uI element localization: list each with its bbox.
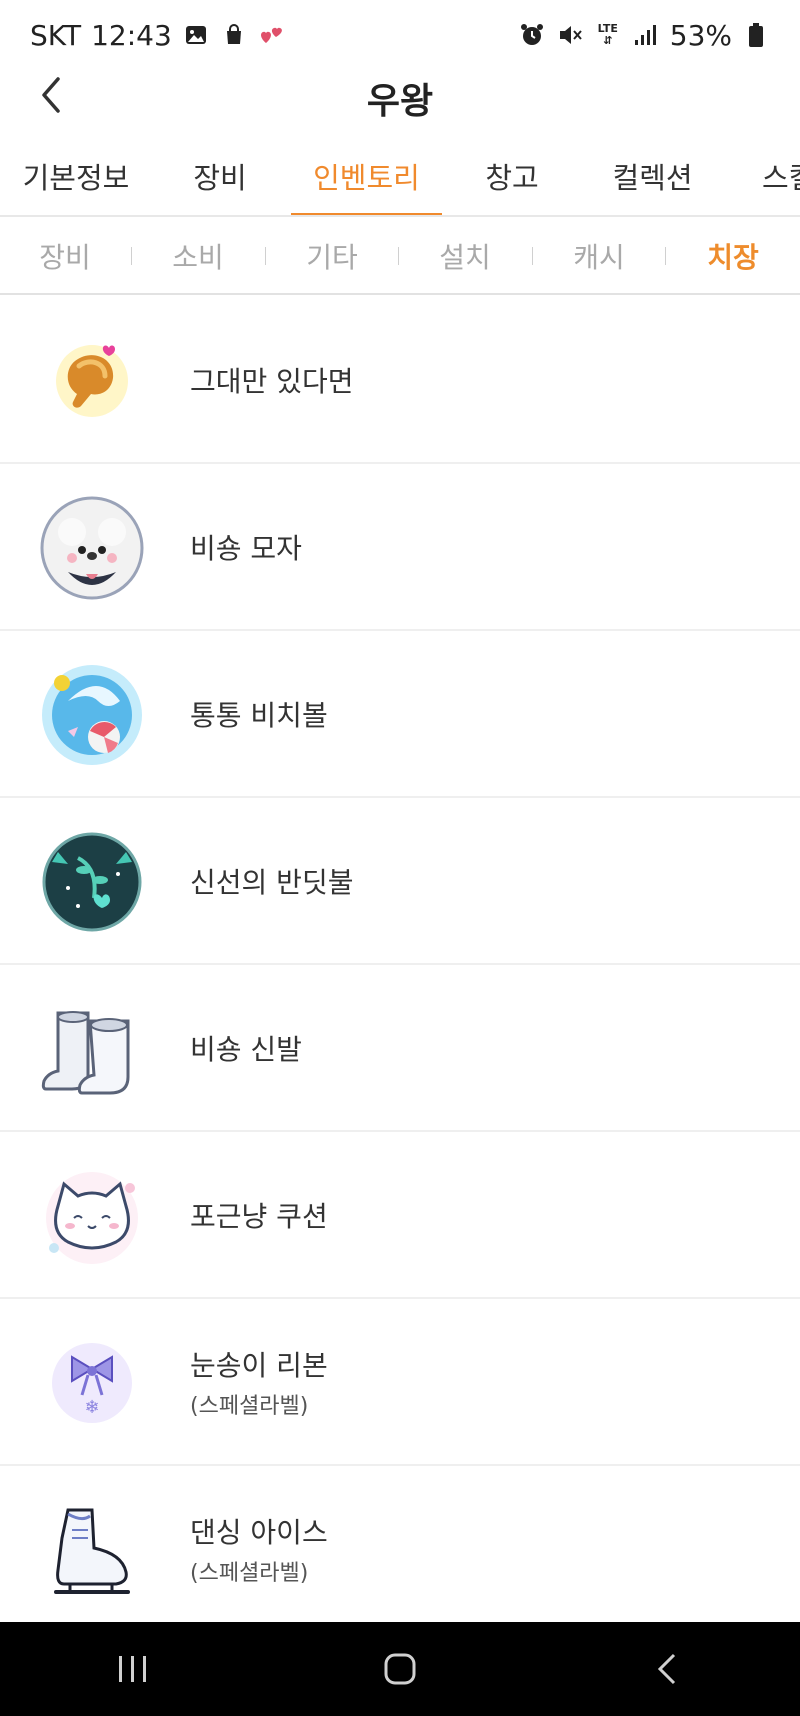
list-item[interactable]: 신선의 반딧불 xyxy=(0,798,800,965)
system-nav-bar xyxy=(0,1622,800,1716)
clock: 12:43 xyxy=(91,18,172,52)
ice-skate-icon xyxy=(36,1494,148,1606)
home-icon xyxy=(384,1653,416,1685)
item-text: 눈송이 리본 (스페셜라벨) xyxy=(190,1344,328,1420)
item-text: 통통 비치볼 xyxy=(190,694,328,734)
tab-storage[interactable]: 창고 xyxy=(452,135,572,215)
battery-percent: 53% xyxy=(669,18,732,52)
back-icon xyxy=(657,1653,675,1685)
item-name: 통통 비치볼 xyxy=(190,698,328,732)
firefly-orb-icon xyxy=(36,826,148,938)
svg-text:❄: ❄ xyxy=(84,1397,99,1418)
item-text: 그대만 있다면 xyxy=(190,360,353,400)
subtab-divider xyxy=(665,247,666,265)
subtab-equipment[interactable]: 장비 xyxy=(10,219,120,293)
item-name: 댄싱 아이스 xyxy=(190,1515,328,1549)
list-item[interactable]: ❄ 눈송이 리본 (스페셜라벨) xyxy=(0,1299,800,1466)
item-list: 그대만 있다면 비숑 모자 통통 비치볼 신선의 반딧불 비숑 신발 포근냥 쿠… xyxy=(0,297,800,1633)
tab-collection[interactable]: 컬렉션 xyxy=(585,135,720,215)
subtab-cash[interactable]: 캐시 xyxy=(544,219,654,293)
drumstick-icon xyxy=(36,325,148,437)
subtab-setup[interactable]: 설치 xyxy=(410,219,520,293)
list-item[interactable]: 포근냥 쿠션 xyxy=(0,1132,800,1299)
list-item[interactable]: 통통 비치볼 xyxy=(0,631,800,798)
tab-skill[interactable]: 스킬 xyxy=(762,135,800,215)
status-bar-right: LTE ⇵ 53% xyxy=(518,19,770,52)
snowflake-ribbon-icon: ❄ xyxy=(36,1327,148,1439)
app-header: 우왕 xyxy=(0,60,800,130)
list-item[interactable]: 비숑 모자 xyxy=(0,464,800,631)
item-text: 비숑 모자 xyxy=(190,527,302,567)
tab-equipment[interactable]: 장비 xyxy=(160,135,280,215)
item-name: 비숑 신발 xyxy=(190,1032,302,1066)
lte-icon: LTE ⇵ xyxy=(594,21,622,49)
carrier-label: SKT xyxy=(30,18,82,52)
status-bar-left: SKT 12:43 xyxy=(30,19,286,52)
subtab-divider xyxy=(265,247,266,265)
signal-icon xyxy=(632,21,660,49)
subtab-decoration[interactable]: 치장 xyxy=(678,219,788,293)
data-arrows-icon: ⇵ xyxy=(603,34,613,47)
recent-apps-icon xyxy=(119,1656,147,1682)
hearts-icon xyxy=(258,21,286,49)
battery-icon xyxy=(742,21,770,49)
item-name: 눈송이 리본 xyxy=(190,1348,328,1382)
item-text: 신선의 반딧불 xyxy=(190,861,353,901)
subtab-consumable[interactable]: 소비 xyxy=(143,219,253,293)
item-text: 포근냥 쿠션 xyxy=(190,1195,328,1235)
item-name: 신선의 반딧불 xyxy=(190,865,354,899)
page-title: 우왕 xyxy=(366,81,434,122)
gallery-icon xyxy=(182,21,210,49)
recent-apps-button[interactable] xyxy=(93,1634,173,1704)
list-item[interactable]: 비숑 신발 xyxy=(0,965,800,1132)
item-name: 포근냥 쿠션 xyxy=(190,1199,328,1233)
list-item[interactable]: 그대만 있다면 xyxy=(0,297,800,464)
item-label-tag: (스페셜라벨) xyxy=(190,1393,309,1419)
tab-basic-info[interactable]: 기본정보 xyxy=(0,135,152,215)
sub-tab-bar: 장비 소비 기타 설치 캐시 치장 xyxy=(0,219,800,295)
mute-icon xyxy=(556,21,584,49)
beach-ball-icon xyxy=(36,659,148,771)
bichon-shoes-icon xyxy=(36,993,148,1105)
subtab-etc[interactable]: 기타 xyxy=(277,219,387,293)
system-back-button[interactable] xyxy=(627,1634,707,1704)
item-name: 비숑 모자 xyxy=(190,531,302,565)
subtab-divider xyxy=(532,247,533,265)
item-text: 비숑 신발 xyxy=(190,1028,302,1068)
tab-inventory[interactable]: 인벤토리 xyxy=(291,135,442,215)
alarm-icon xyxy=(518,21,546,49)
subtab-divider xyxy=(131,247,132,265)
bichon-hat-icon xyxy=(36,492,148,604)
subtab-divider xyxy=(398,247,399,265)
item-text: 댄싱 아이스 (스페셜라벨) xyxy=(190,1511,328,1587)
list-item[interactable]: 댄싱 아이스 (스페셜라벨) xyxy=(0,1466,800,1633)
item-name: 그대만 있다면 xyxy=(190,364,354,398)
cat-cushion-icon xyxy=(36,1160,148,1272)
home-button[interactable] xyxy=(360,1634,440,1704)
main-tab-bar: 기본정보 장비 인벤토리 창고 컬렉션 스킬 xyxy=(0,135,800,217)
shopping-bag-icon xyxy=(220,21,248,49)
item-label-tag: (스페셜라벨) xyxy=(190,1560,309,1586)
